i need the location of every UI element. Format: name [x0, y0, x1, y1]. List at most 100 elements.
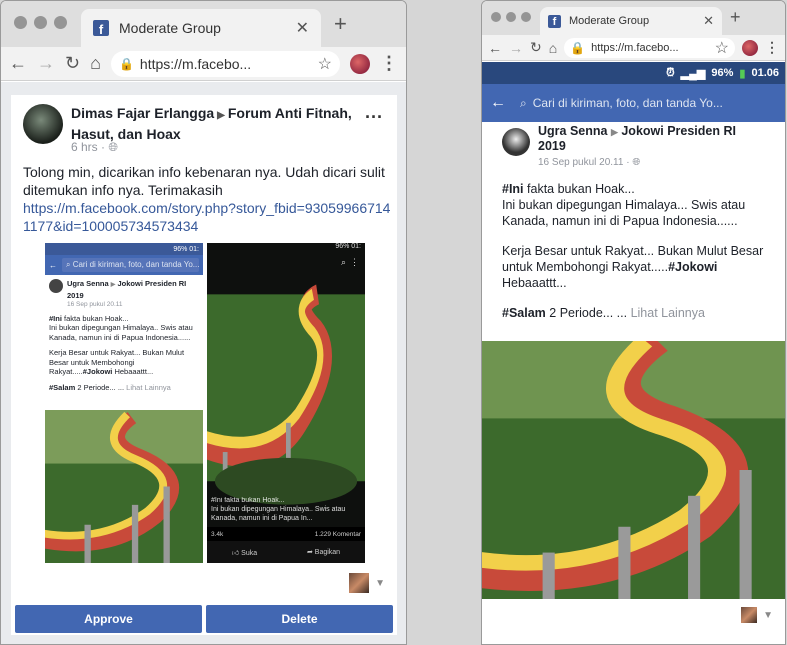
post-line: Ini bukan dipegungan Himalaya.. Swis ata…	[49, 323, 193, 342]
forward-icon[interactable]: →	[509, 40, 523, 56]
action-bar: 👍︎ Suka ➦ Bagikan	[207, 541, 365, 563]
toolbar: ← → ↻ ⌂ 🔒 https://m.facebo... ☆ ⋮	[482, 35, 785, 61]
phone-post: Ugra Senna ▶ Jokowi Presiden RI 2019 16 …	[45, 275, 203, 392]
see-more-link: Lihat Lainnya	[630, 306, 705, 320]
reload-icon[interactable]: ↻	[530, 39, 542, 56]
delete-button[interactable]: Delete	[206, 605, 393, 633]
back-icon[interactable]: ←	[488, 40, 502, 56]
photo-caption: #Ini fakta bukan Hoak... Ini bukan dipeg…	[211, 496, 345, 523]
post-line: Ini bukan dipegungan Himalaya... Swis at…	[502, 198, 746, 228]
more-options-icon[interactable]: ···	[365, 107, 383, 128]
hashtag: #Ini	[502, 182, 524, 196]
tab-title: Moderate Group	[569, 15, 650, 27]
arrow-right-icon: ▶	[217, 110, 225, 121]
like-label: Suka	[241, 549, 258, 557]
globe-icon: 🌐︎	[632, 157, 641, 168]
moderation-actions: Approve Delete	[15, 605, 393, 633]
search-icon: ⌕	[520, 95, 527, 110]
close-icon[interactable]: ✕	[703, 13, 714, 29]
globe-icon: 🌐︎	[108, 140, 118, 154]
address-bar[interactable]: 🔒 https://m.facebo... ☆	[564, 37, 735, 58]
profile-avatar[interactable]	[350, 53, 370, 74]
home-icon[interactable]: ⌂	[549, 40, 557, 56]
comment-count: 1.229 Komentar	[314, 530, 361, 538]
search-icon: ⌕	[66, 260, 73, 269]
share-button: ➦ Bagikan	[307, 548, 340, 556]
attached-screenshot-2[interactable]: 96% 01: ⌕ ⋮ #Ini fakta bukan Hoak... Ini …	[207, 243, 365, 563]
close-window-button[interactable]	[14, 16, 27, 29]
browser-window-left: f Moderate Group ✕ + ← → ↻ ⌂ 🔒 https://m…	[0, 0, 407, 645]
post-line: 2 Periode... ...	[549, 306, 628, 320]
tab-moderate-group[interactable]: f Moderate Group ✕	[540, 7, 722, 35]
close-window-button[interactable]	[491, 12, 501, 22]
road-photo	[45, 410, 203, 563]
author-avatar	[49, 279, 63, 293]
tab-moderate-group[interactable]: f Moderate Group ✕	[81, 9, 321, 47]
close-icon[interactable]: ✕	[296, 18, 309, 38]
phone-status-bar: 96% 01:	[335, 243, 361, 250]
screenshot-view: ⏰︎ ▂▄▆ 96% ▮ 01.06 ← ⌕ Cari di kiriman, f…	[482, 62, 785, 644]
approve-button[interactable]: Approve	[15, 605, 202, 633]
back-icon[interactable]: ←	[9, 53, 27, 74]
facebook-icon: f	[548, 14, 561, 28]
page-avatar	[741, 607, 758, 623]
search-placeholder: Cari di kiriman, foto, dan tanda Yo...	[532, 96, 723, 110]
search-placeholder: Cari di kiriman, foto, dan tanda Yo...	[72, 260, 199, 269]
url-text: https://m.facebo...	[139, 55, 252, 72]
photo-viewer-bar: ⌕ ⋮	[207, 253, 365, 271]
window-controls	[14, 16, 67, 29]
profile-avatar[interactable]	[742, 39, 758, 56]
author-name: Ugra Senna	[67, 279, 109, 288]
minimize-window-button[interactable]	[34, 16, 47, 29]
battery-icon: ▮	[739, 67, 746, 80]
post-card: Dimas Fajar Erlangga ▶ Forum Anti Fitnah, …	[11, 95, 397, 635]
post-line: 2 Periode... ...	[77, 382, 125, 392]
share-label: Bagikan	[314, 549, 341, 556]
post-meta: 6 hrs · 🌐︎	[71, 140, 118, 154]
zoom-window-button[interactable]	[54, 16, 67, 29]
caret-down-icon: ▼	[375, 577, 385, 589]
address-bar[interactable]: 🔒 https://m.facebo... ☆	[110, 50, 340, 77]
post-header: Dimas Fajar Erlangga ▶ Forum Anti Fitnah, …	[71, 104, 361, 143]
page-content: Dimas Fajar Erlangga ▶ Forum Anti Fitnah, …	[1, 82, 406, 644]
home-icon[interactable]: ⌂	[90, 53, 101, 74]
reload-icon[interactable]: ↻	[65, 53, 80, 74]
post-line: fakta bukan Hoak...	[64, 313, 129, 323]
search-icon: ⌕	[340, 256, 346, 267]
phone-search-box: ⌕ Cari di kiriman, foto, dan tanda Yo...	[520, 90, 777, 116]
author-name[interactable]: Dimas Fajar Erlangga	[71, 105, 214, 121]
author-avatar[interactable]	[23, 104, 63, 144]
phone-post: Ugra Senna ▶ Jokowi Presiden RI 2019 16 …	[502, 124, 764, 320]
kebab-icon[interactable]: ⋮	[380, 53, 398, 74]
actor-selector[interactable]: ▼	[741, 607, 773, 623]
tab-bar: f Moderate Group ✕ +	[1, 1, 406, 47]
post-time[interactable]: 6 hrs	[71, 140, 98, 154]
forward-icon[interactable]: →	[37, 53, 55, 74]
thumbs-up-icon: 👍︎	[231, 549, 242, 557]
zoom-window-button[interactable]	[521, 12, 531, 22]
see-more-link: Lihat Lainnya	[126, 382, 171, 392]
minimize-window-button[interactable]	[506, 12, 516, 22]
tab-bar: f Moderate Group ✕ +	[482, 1, 785, 35]
post-text: Tolong min, dicarikan info kebenaran nya…	[23, 164, 385, 198]
caption-line: Ini bukan dipegungan Himalaya.. Swis ata…	[211, 506, 346, 513]
url-text: https://m.facebo...	[591, 41, 679, 54]
battery-level: 96%	[711, 67, 734, 79]
post-link[interactable]: https://m.facebook.com/story.php?story_f…	[23, 199, 393, 235]
like-button: 👍︎ Suka	[232, 548, 257, 557]
attached-screenshot-1[interactable]: 96% 01: ← ⌕ Cari di kiriman, foto, dan t…	[45, 243, 203, 563]
back-icon: ←	[490, 94, 506, 111]
page-avatar	[349, 573, 370, 593]
new-tab-icon[interactable]: +	[730, 7, 741, 28]
post-line: Hebaaattt...	[502, 276, 567, 290]
author-avatar	[502, 128, 530, 156]
lock-icon: 🔒	[118, 56, 134, 71]
new-tab-icon[interactable]: +	[334, 11, 347, 37]
star-icon[interactable]: ☆	[715, 38, 729, 58]
tab-title: Moderate Group	[119, 20, 221, 36]
star-icon[interactable]: ☆	[318, 54, 332, 74]
kebab-icon[interactable]: ⋮	[765, 39, 779, 56]
window-controls	[491, 12, 531, 22]
actor-selector[interactable]: ▼	[349, 573, 385, 593]
hashtag: #Salam	[49, 382, 76, 392]
